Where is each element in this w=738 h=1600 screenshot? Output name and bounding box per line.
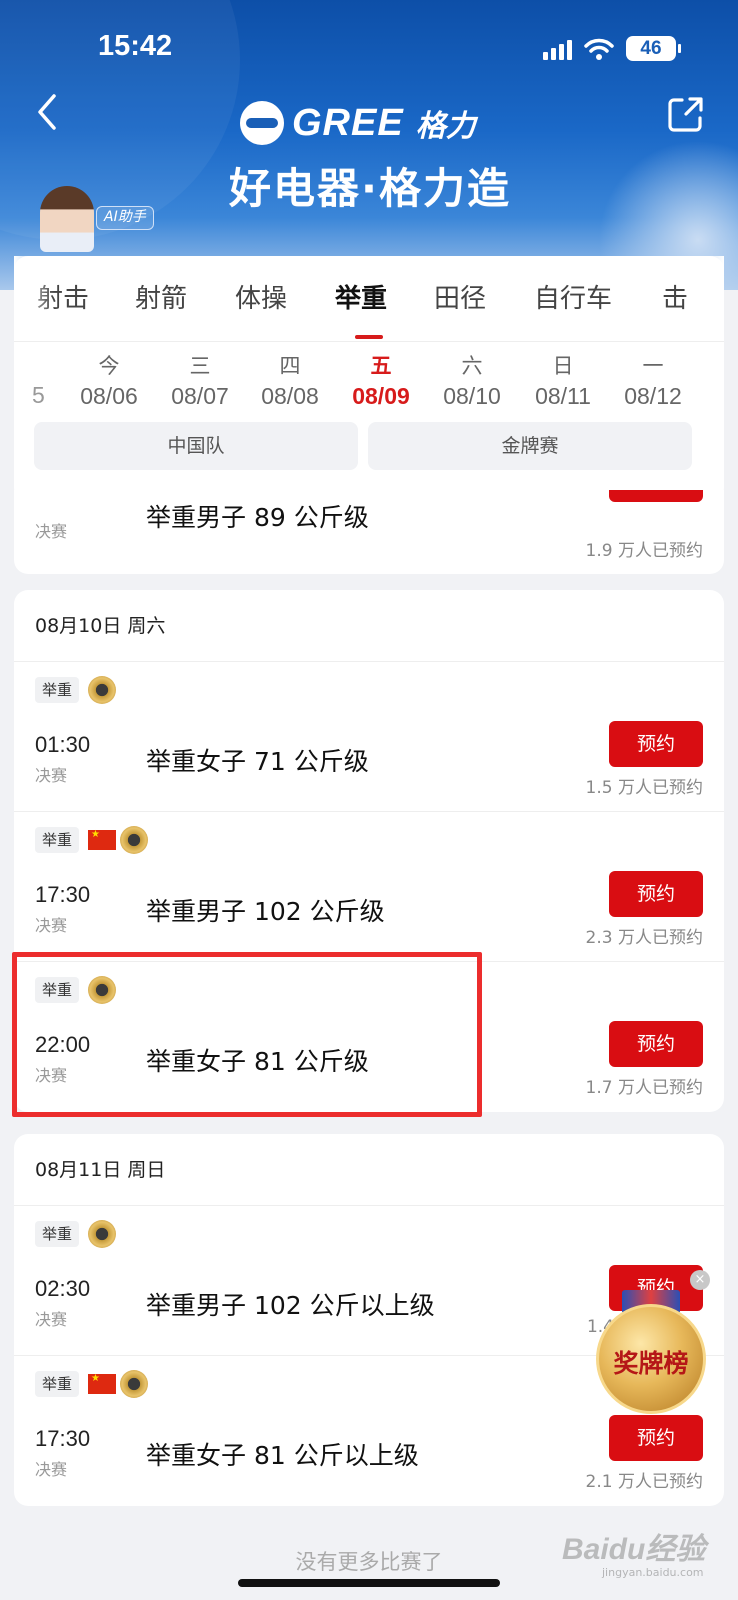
sport-tag: 举重 (35, 1371, 80, 1397)
date-tab[interactable]: 六 08/10 (432, 352, 512, 412)
date-tab-weekday: 今 (98, 354, 120, 378)
date-tab-date: 08/06 (80, 383, 138, 409)
event-title: 举重男子 102 公斤以上级 (146, 1291, 435, 1320)
banner-slogan: 好电器·格力造 (229, 164, 511, 213)
reserve-count: 1.9 万人已预约 (585, 541, 703, 561)
date-tab[interactable]: 日 08/11 (523, 352, 603, 412)
gree-logo: GREE 格力 (240, 100, 500, 146)
date-tab-weekday: 一 (642, 354, 664, 378)
highlight-box (12, 952, 482, 1117)
reserve-button[interactable]: 预约 (609, 1021, 703, 1067)
banner-header: 15:42 46 GREE 格力 好电器·格力造 AI助手 (0, 0, 738, 290)
event-stage: 决赛 (35, 522, 68, 541)
date-tab-weekday: 三 (189, 354, 211, 378)
date-tab-date: 08/09 (352, 383, 410, 409)
wifi-icon (584, 38, 614, 60)
filter-china-team[interactable]: 中国队 (34, 422, 358, 470)
filter-gold-medal[interactable]: 金牌赛 (368, 422, 692, 470)
tab-archery[interactable]: 射箭 (135, 278, 187, 315)
date-tab-weekday: 四 (279, 354, 301, 378)
reserve-button[interactable]: 预约 (609, 871, 703, 917)
back-arrow-icon[interactable] (30, 90, 70, 134)
date-tab-selected[interactable]: 五 08/09 (341, 352, 421, 412)
date-tab-weekday: 五 (370, 354, 392, 378)
date-tab[interactable]: 一 08/12 (613, 352, 693, 412)
filter-card: 射击 射箭 体操 举重 田径 自行车 击 5 今 08/06 三 08/07 四… (14, 256, 724, 502)
active-tab-indicator (355, 335, 383, 339)
date-tab[interactable]: 三 08/07 (160, 352, 240, 412)
tabs-fade-right (684, 256, 724, 341)
sport-tag: 举重 (35, 1221, 80, 1247)
date-tab-weekday: 日 (552, 354, 574, 378)
cellular-signal-icon (543, 38, 572, 60)
event-time: 02:30 (35, 1276, 91, 1301)
event-row[interactable]: 举重 01:30 决赛 举重女子 71 公斤级 预约 1.5 万人已预约 (14, 662, 724, 812)
event-card-partial: 决赛 举重男子 89 公斤级 1.9 万人已预约 (14, 490, 724, 574)
status-icons: 46 (543, 36, 681, 61)
date-tab-partial[interactable]: 5 (32, 382, 45, 409)
sport-tag: 举重 (35, 677, 80, 703)
gold-medal-icon (120, 1370, 148, 1398)
event-title: 举重男子 89 公斤级 (146, 503, 369, 532)
watermark-url: jingyan.baidu.com (602, 1566, 704, 1579)
event-title: 举重男子 102 公斤级 (146, 897, 385, 926)
date-tab[interactable]: 今 08/06 (69, 352, 149, 412)
event-row[interactable]: 举重 17:30 决赛 举重男子 102 公斤级 预约 2.3 万人已预约 (14, 812, 724, 962)
share-icon[interactable] (666, 94, 706, 134)
close-icon[interactable]: × (690, 1270, 710, 1290)
ai-assistant-badge[interactable]: AI助手 (96, 206, 154, 230)
tabs-fade-left (14, 256, 54, 341)
reserve-button[interactable] (609, 490, 703, 502)
date-tab-date: 08/10 (443, 383, 501, 409)
status-time: 15:42 (98, 30, 173, 62)
reserve-count: 2.1 万人已预约 (585, 1472, 703, 1492)
event-stage: 决赛 (35, 766, 68, 785)
event-stage: 决赛 (35, 1310, 68, 1329)
brand-name-en: GREE (292, 101, 404, 144)
tab-cycling[interactable]: 自行车 (534, 278, 612, 315)
sport-tag: 举重 (35, 827, 80, 853)
gold-medal-icon (88, 1220, 116, 1248)
date-tab-date: 08/11 (535, 383, 591, 409)
event-title: 举重女子 71 公斤级 (146, 747, 369, 776)
gree-logo-mark (240, 101, 284, 145)
event-title: 举重女子 81 公斤以上级 (146, 1441, 419, 1470)
event-time: 01:30 (35, 732, 91, 757)
event-time: 17:30 (35, 882, 91, 907)
day-header: 08月10日 周六 (14, 590, 724, 662)
event-stage: 决赛 (35, 916, 68, 935)
watermark: Baidu经验 (562, 1533, 706, 1566)
brand-name-cn: 格力 (415, 109, 476, 144)
date-tab-date: 08/08 (261, 383, 319, 409)
event-row[interactable]: 决赛 举重男子 89 公斤级 1.9 万人已预约 (14, 490, 724, 574)
event-time: 17:30 (35, 1426, 91, 1451)
china-flag-icon (88, 1374, 116, 1394)
date-tab-date: 08/07 (171, 383, 229, 409)
date-tab[interactable]: 四 08/08 (250, 352, 330, 412)
reserve-count: 2.3 万人已预约 (585, 928, 703, 948)
tab-athletics[interactable]: 田径 (434, 278, 486, 315)
tab-gymnastics[interactable]: 体操 (235, 278, 287, 315)
reserve-button[interactable]: 预约 (609, 1415, 703, 1461)
event-stage: 决赛 (35, 1460, 68, 1479)
sport-tabs: 射击 射箭 体操 举重 田径 自行车 击 (14, 256, 724, 342)
china-flag-icon (88, 830, 116, 850)
gold-medal-icon (120, 826, 148, 854)
reserve-count: 1.7 万人已预约 (585, 1078, 703, 1098)
home-indicator[interactable] (238, 1579, 500, 1587)
gold-medal-icon (88, 676, 116, 704)
date-tab-date: 08/12 (624, 383, 682, 409)
date-tab-weekday: 六 (461, 354, 483, 378)
battery-icon: 46 (626, 36, 681, 61)
day-header: 08月11日 周日 (14, 1134, 724, 1206)
reserve-button[interactable]: 预约 (609, 721, 703, 767)
medal-table-button[interactable]: 奖牌榜 (592, 1290, 710, 1420)
reserve-count: 1.5 万人已预约 (585, 778, 703, 798)
medal-table-label: 奖牌榜 (613, 1349, 689, 1378)
date-tabs: 5 今 08/06 三 08/07 四 08/08 五 08/09 六 08/1… (14, 342, 724, 422)
tab-weightlifting[interactable]: 举重 (335, 278, 387, 315)
ai-assistant-avatar[interactable] (40, 186, 94, 252)
